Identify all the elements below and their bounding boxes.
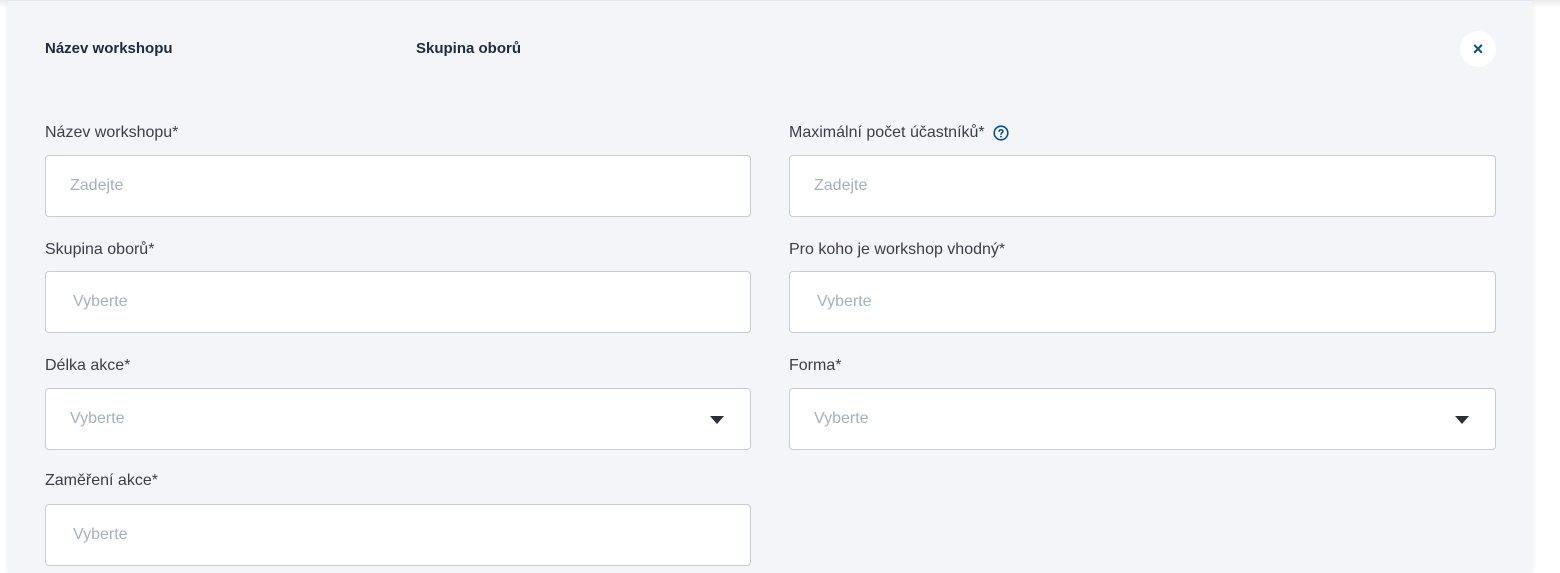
suitable-for-select[interactable]: Vyberte [789,271,1496,333]
field-group-placeholder: Vyberte [73,293,128,310]
form-type-placeholder: Vyberte [814,410,869,427]
max-participants-label: Maximální počet účastníků* [789,124,1496,142]
max-participants-field[interactable] [789,155,1496,217]
suitable-for-placeholder: Vyberte [817,293,872,310]
form-type-dropdown[interactable]: Vyberte [789,388,1496,450]
duration-dropdown[interactable]: Vyberte [45,388,751,450]
form-type-label: Forma* [789,357,842,374]
chevron-down-icon [1455,416,1469,424]
suitable-for-label: Pro koho je workshop vhodný* [789,241,1006,258]
focus-select[interactable]: Vyberte [45,504,751,566]
duration-placeholder: Vyberte [70,410,125,427]
workshop-name-label: Název workshopu* [45,124,179,141]
duration-label: Délka akce* [45,357,131,374]
field-group-label: Skupina oborů* [45,241,155,258]
workshop-name-field[interactable] [45,155,751,217]
chevron-down-icon [710,416,724,424]
close-button[interactable]: × [1460,31,1496,67]
focus-label: Zaměření akce* [45,472,158,489]
max-participants-input[interactable] [814,177,1495,195]
question-circle-icon[interactable] [993,125,1009,141]
focus-placeholder: Vyberte [73,526,128,543]
field-group-select[interactable]: Vyberte [45,271,751,333]
header-column-field-group: Skupina oborů [416,40,521,57]
close-icon: × [1472,38,1484,59]
workshop-name-input[interactable] [70,177,750,195]
header-column-workshop-name: Název workshopu [45,40,173,57]
